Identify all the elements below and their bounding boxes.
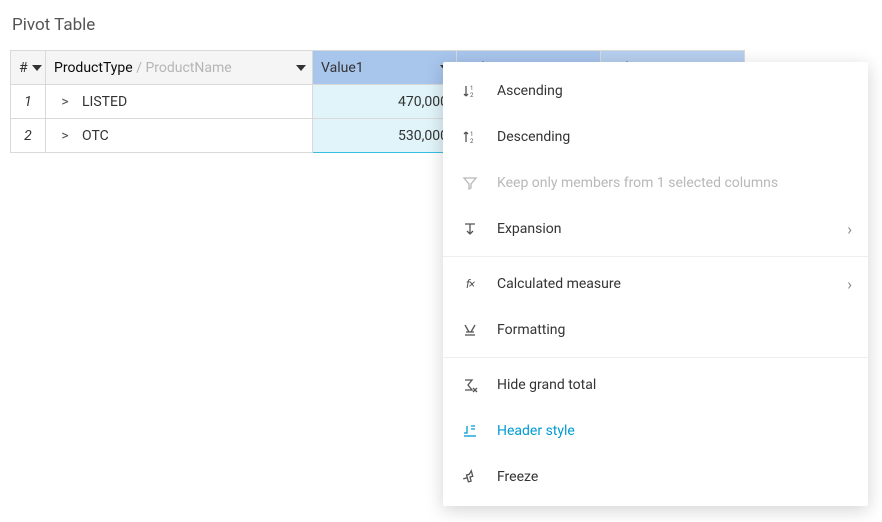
- menu-item-descending[interactable]: 1 2 Descending: [443, 114, 868, 160]
- row-dim-label: LISTED: [82, 94, 127, 110]
- expand-icon[interactable]: >: [58, 94, 72, 110]
- col-header-index-label: #: [19, 60, 28, 76]
- dim-secondary-label: / ProductName: [133, 60, 232, 76]
- menu-item-label: Hide grand total: [497, 377, 596, 393]
- chevron-right-icon: ›: [847, 220, 852, 239]
- chevron-down-icon: [296, 65, 306, 71]
- filter-icon: [461, 174, 479, 192]
- menu-item-freeze[interactable]: Freeze: [443, 454, 868, 500]
- menu-item-label: Freeze: [497, 469, 538, 485]
- context-menu: 1 2 Ascending 1 2 Descending Keep only m…: [443, 62, 868, 506]
- menu-item-keep-only: Keep only members from 1 selected column…: [443, 160, 868, 206]
- sort-descending-icon: 1 2: [461, 128, 479, 146]
- menu-item-label: Header style: [497, 423, 575, 439]
- row-index: 1: [11, 85, 46, 119]
- menu-separator: [443, 357, 868, 358]
- svg-text:2: 2: [470, 138, 474, 145]
- menu-item-label: Calculated measure: [497, 276, 621, 292]
- sort-ascending-icon: 1 2: [461, 82, 479, 100]
- expansion-icon: [461, 220, 479, 238]
- menu-separator: [443, 256, 868, 257]
- sigma-hide-icon: [461, 376, 479, 394]
- expand-icon[interactable]: >: [58, 128, 72, 144]
- cell-value1[interactable]: 530,000: [313, 119, 457, 153]
- menu-item-label: Ascending: [497, 83, 563, 99]
- menu-item-label: Descending: [497, 129, 570, 145]
- cell-value1[interactable]: 470,000: [313, 85, 457, 119]
- menu-item-label: Expansion: [497, 221, 561, 237]
- function-icon: f×: [461, 275, 479, 293]
- col-header-value1[interactable]: Value1: [313, 51, 457, 85]
- chevron-right-icon: ›: [847, 275, 852, 294]
- menu-item-header-style[interactable]: Header style: [443, 408, 868, 454]
- row-dim-label: OTC: [82, 128, 109, 144]
- chevron-down-icon: [32, 65, 42, 71]
- row-dimension-cell[interactable]: > LISTED: [46, 85, 313, 119]
- dim-primary-label: ProductType: [54, 60, 133, 76]
- svg-text:2: 2: [470, 92, 474, 99]
- menu-item-label: Formatting: [497, 322, 565, 338]
- col-header-dimension[interactable]: ProductType / ProductName: [46, 51, 313, 85]
- menu-item-expansion[interactable]: Expansion ›: [443, 206, 868, 252]
- row-index: 2: [11, 119, 46, 153]
- svg-text:1: 1: [470, 85, 473, 92]
- menu-item-formatting[interactable]: Formatting: [443, 307, 868, 353]
- menu-item-label: Keep only members from 1 selected column…: [497, 175, 778, 191]
- col-header-index[interactable]: #: [11, 51, 46, 85]
- svg-text:1: 1: [470, 131, 473, 138]
- col-header-value1-label: Value1: [321, 60, 364, 76]
- pin-icon: [461, 468, 479, 486]
- page-title: Pivot Table: [12, 15, 872, 35]
- header-style-icon: [461, 422, 479, 440]
- menu-item-hide-grand-total[interactable]: Hide grand total: [443, 362, 868, 408]
- formatting-icon: [461, 321, 479, 339]
- menu-item-calculated-measure[interactable]: f× Calculated measure ›: [443, 261, 868, 307]
- menu-item-ascending[interactable]: 1 2 Ascending: [443, 68, 868, 114]
- row-dimension-cell[interactable]: > OTC: [46, 119, 313, 153]
